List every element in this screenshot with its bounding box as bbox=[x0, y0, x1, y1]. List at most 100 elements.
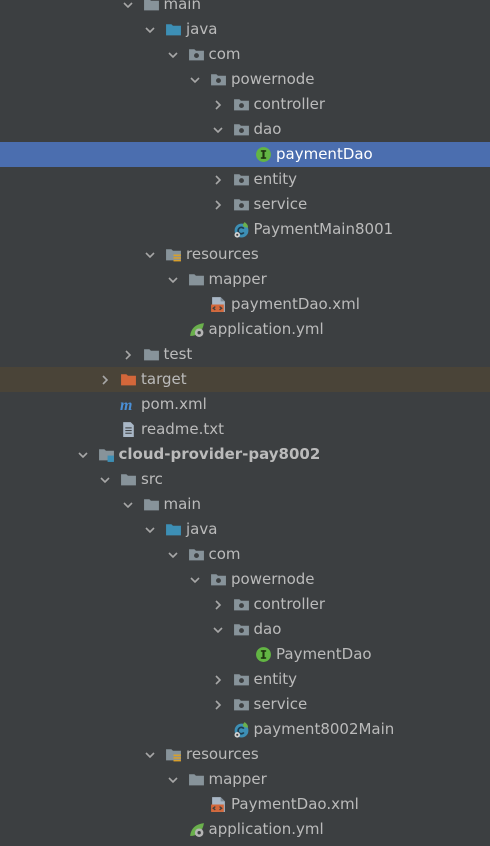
package-icon bbox=[233, 171, 250, 188]
package-icon bbox=[233, 596, 250, 613]
tree-row[interactable]: application.yml bbox=[0, 817, 490, 842]
folder-icon bbox=[143, 0, 160, 13]
package-icon bbox=[233, 671, 250, 688]
chevron-right-icon[interactable] bbox=[210, 192, 226, 217]
tree-row[interactable]: PaymentDao bbox=[0, 642, 490, 667]
tree-row[interactable]: resources bbox=[0, 742, 490, 767]
tree-row[interactable]: target bbox=[0, 367, 490, 392]
tree-row-label: target bbox=[141, 370, 187, 388]
tree-row[interactable]: java bbox=[0, 17, 490, 42]
tree-row[interactable]: main bbox=[0, 0, 490, 17]
tree-row-label: java bbox=[186, 520, 218, 538]
chevron-down-icon[interactable] bbox=[97, 467, 113, 492]
tree-row-label: entity bbox=[253, 170, 298, 188]
folder-icon bbox=[120, 471, 137, 488]
chevron-down-icon[interactable] bbox=[165, 267, 181, 292]
chevron-down-icon[interactable] bbox=[165, 542, 181, 567]
tree-row[interactable]: service bbox=[0, 192, 490, 217]
tree-row-label: powernode bbox=[231, 570, 315, 588]
text-file-icon bbox=[120, 421, 137, 438]
package-icon bbox=[210, 71, 227, 88]
tree-row-label: pom.xml bbox=[141, 395, 207, 413]
tree-row-label: mapper bbox=[208, 770, 267, 788]
tree-row-label: mapper bbox=[208, 270, 267, 288]
tree-row[interactable]: entity bbox=[0, 167, 490, 192]
chevron-right-icon[interactable] bbox=[210, 592, 226, 617]
chevron-down-icon[interactable] bbox=[187, 567, 203, 592]
tree-row-label: cloud-provider-pay8002 bbox=[118, 445, 321, 463]
tree-row[interactable]: mapper bbox=[0, 767, 490, 792]
tree-row[interactable]: readme.txt bbox=[0, 417, 490, 442]
tree-row[interactable]: test bbox=[0, 342, 490, 367]
tree-row-label: src bbox=[141, 470, 163, 488]
tree-row-label: com bbox=[208, 545, 241, 563]
chevron-down-icon[interactable] bbox=[165, 767, 181, 792]
tree-row-label: paymentDao bbox=[276, 145, 373, 163]
package-icon bbox=[233, 696, 250, 713]
tree-row[interactable]: controller bbox=[0, 592, 490, 617]
chevron-down-icon[interactable] bbox=[120, 492, 136, 517]
tree-row-label: PaymentDao bbox=[276, 645, 372, 663]
chevron-right-icon[interactable] bbox=[210, 92, 226, 117]
package-icon bbox=[188, 46, 205, 63]
tree-row[interactable]: PaymentDao.xml bbox=[0, 792, 490, 817]
tree-row-label: dao bbox=[253, 120, 282, 138]
tree-row[interactable]: payment8002Main bbox=[0, 717, 490, 742]
yaml-config-icon bbox=[188, 321, 205, 338]
chevron-down-icon[interactable] bbox=[142, 242, 158, 267]
chevron-down-icon[interactable] bbox=[120, 0, 136, 17]
chevron-down-icon[interactable] bbox=[142, 742, 158, 767]
tree-row[interactable]: cloud-provider-pay8002 bbox=[0, 442, 490, 467]
folder-icon bbox=[143, 346, 160, 363]
chevron-down-icon[interactable] bbox=[142, 17, 158, 42]
package-icon bbox=[233, 96, 250, 113]
tree-row[interactable]: src bbox=[0, 467, 490, 492]
xml-file-icon bbox=[210, 296, 227, 313]
chevron-down-icon[interactable] bbox=[210, 617, 226, 642]
tree-row-label: test bbox=[163, 345, 193, 363]
tree-row[interactable]: m pom.xml bbox=[0, 392, 490, 417]
chevron-right-icon[interactable] bbox=[210, 167, 226, 192]
tree-row[interactable]: entity bbox=[0, 667, 490, 692]
chevron-right-icon[interactable] bbox=[210, 692, 226, 717]
tree-row[interactable]: service bbox=[0, 692, 490, 717]
chevron-down-icon[interactable] bbox=[187, 67, 203, 92]
source-folder-icon bbox=[165, 21, 182, 38]
tree-row[interactable]: com bbox=[0, 42, 490, 67]
package-icon bbox=[233, 196, 250, 213]
svg-text:m: m bbox=[120, 397, 132, 413]
tree-row[interactable]: powernode bbox=[0, 567, 490, 592]
tree-row-label: paymentDao.xml bbox=[231, 295, 360, 313]
chevron-right-icon[interactable] bbox=[120, 342, 136, 367]
xml-file-icon bbox=[210, 796, 227, 813]
tree-row[interactable]: resources bbox=[0, 242, 490, 267]
tree-row-label: PaymentDao.xml bbox=[231, 795, 359, 813]
tree-row[interactable]: controller bbox=[0, 92, 490, 117]
tree-row[interactable]: application.yml bbox=[0, 317, 490, 342]
tree-row-label: application.yml bbox=[208, 820, 324, 838]
chevron-down-icon[interactable] bbox=[75, 442, 91, 467]
tree-row[interactable]: paymentDao bbox=[0, 142, 490, 167]
resources-folder-icon bbox=[165, 746, 182, 763]
tree-row[interactable]: paymentDao.xml bbox=[0, 292, 490, 317]
tree-row-label: com bbox=[208, 45, 241, 63]
chevron-down-icon[interactable] bbox=[142, 517, 158, 542]
tree-row[interactable]: dao bbox=[0, 617, 490, 642]
tree-row[interactable]: com bbox=[0, 542, 490, 567]
chevron-down-icon[interactable] bbox=[165, 42, 181, 67]
chevron-right-icon[interactable] bbox=[97, 367, 113, 392]
tree-row[interactable]: dao bbox=[0, 117, 490, 142]
package-icon bbox=[233, 621, 250, 638]
project-tree: main java com powernode controller dao payment… bbox=[0, 0, 490, 842]
tree-row[interactable]: PaymentMain8001 bbox=[0, 217, 490, 242]
chevron-right-icon[interactable] bbox=[210, 667, 226, 692]
chevron-down-icon[interactable] bbox=[210, 117, 226, 142]
tree-row[interactable]: main bbox=[0, 492, 490, 517]
tree-row[interactable]: java bbox=[0, 517, 490, 542]
tree-row[interactable]: mapper bbox=[0, 267, 490, 292]
tree-row-label: service bbox=[253, 695, 308, 713]
tree-row[interactable]: powernode bbox=[0, 67, 490, 92]
tree-row-label: controller bbox=[253, 95, 326, 113]
spring-boot-class-icon bbox=[233, 221, 250, 238]
tree-row-label: main bbox=[163, 0, 201, 13]
